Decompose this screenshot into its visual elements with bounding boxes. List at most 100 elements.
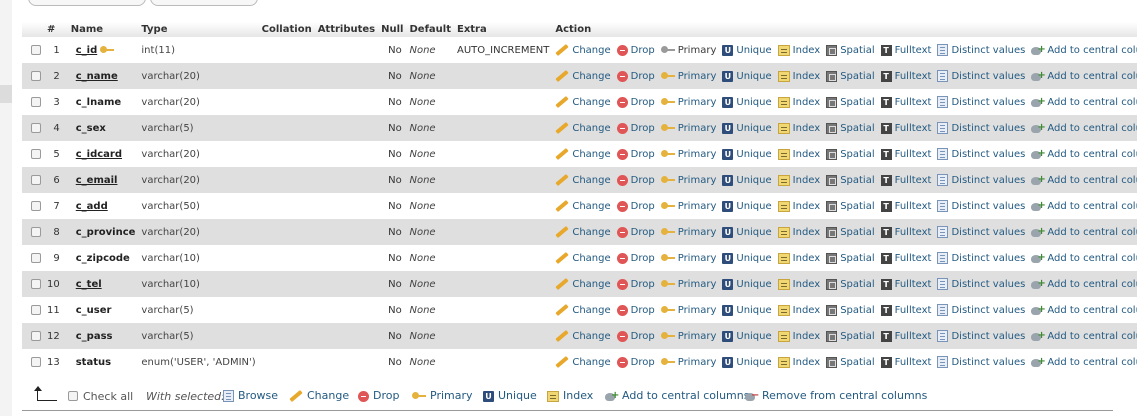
action-primary-button[interactable]: Primary bbox=[660, 175, 716, 186]
action-primary-button[interactable]: Primary bbox=[660, 305, 716, 316]
action-unique-button[interactable]: U Unique bbox=[722, 330, 772, 342]
action-index-button[interactable]: Index bbox=[777, 70, 820, 82]
action-drop-button[interactable]: Drop bbox=[616, 122, 655, 134]
action-fulltext-button[interactable]: T Fulltext bbox=[880, 174, 931, 186]
header-type[interactable]: Type bbox=[138, 22, 259, 37]
row-checkbox[interactable] bbox=[31, 44, 41, 55]
row-checkbox[interactable] bbox=[31, 330, 41, 341]
action-central-button[interactable]: Add to central columns bbox=[1031, 331, 1137, 342]
action-change-button[interactable]: Change bbox=[555, 355, 611, 369]
action-fulltext-button[interactable]: T Fulltext bbox=[880, 278, 931, 290]
action-distinct-button[interactable]: Distinct values bbox=[937, 96, 1025, 108]
action-drop-button[interactable]: Drop bbox=[616, 70, 655, 82]
action-fulltext-button[interactable]: T Fulltext bbox=[880, 356, 931, 368]
header-name[interactable]: Name bbox=[67, 22, 139, 37]
action-central-button[interactable]: Add to central columns bbox=[1031, 175, 1137, 186]
action-change-button[interactable]: Change bbox=[555, 199, 611, 213]
action-distinct-button[interactable]: Distinct values bbox=[937, 44, 1025, 56]
action-drop-button[interactable]: Drop bbox=[616, 200, 655, 212]
action-primary-button[interactable]: Primary bbox=[660, 149, 716, 160]
action-primary-button[interactable]: Primary bbox=[660, 45, 716, 56]
header-default[interactable]: Default bbox=[406, 22, 454, 37]
action-fulltext-button[interactable]: T Fulltext bbox=[880, 200, 931, 212]
action-index-button[interactable]: Index bbox=[777, 122, 820, 134]
action-unique-button[interactable]: U Unique bbox=[722, 200, 772, 212]
action-drop-button[interactable]: Drop bbox=[616, 356, 655, 368]
action-unique-button[interactable]: U Unique bbox=[722, 174, 772, 186]
action-distinct-button[interactable]: Distinct values bbox=[937, 252, 1025, 264]
action-unique-button[interactable]: U Unique bbox=[722, 278, 772, 290]
action-distinct-button[interactable]: Distinct values bbox=[937, 148, 1025, 160]
row-checkbox[interactable] bbox=[31, 96, 41, 107]
action-fulltext-button[interactable]: T Fulltext bbox=[880, 252, 931, 264]
action-central-button[interactable]: Add to central columns bbox=[1031, 123, 1137, 134]
action-drop-button[interactable]: Drop bbox=[616, 278, 655, 290]
action-change-button[interactable]: Change bbox=[555, 251, 611, 265]
action-change-button[interactable]: Change bbox=[555, 95, 611, 109]
action-unique-button[interactable]: U Unique bbox=[722, 70, 772, 82]
action-distinct-button[interactable]: Distinct values bbox=[937, 200, 1025, 212]
action-index-button[interactable]: Index bbox=[777, 356, 820, 368]
action-fulltext-button[interactable]: T Fulltext bbox=[880, 122, 931, 134]
action-central-button[interactable]: Add to central columns bbox=[1031, 279, 1137, 290]
action-index-button[interactable]: Index bbox=[777, 304, 820, 316]
top-search-field[interactable] bbox=[28, 0, 146, 6]
bulk-remove-central-button[interactable]: Remove from central columns bbox=[745, 389, 927, 402]
action-spatial-button[interactable]: Spatial bbox=[826, 122, 875, 134]
action-drop-button[interactable]: Drop bbox=[616, 148, 655, 160]
bulk-add-central-button[interactable]: Add to central columns bbox=[605, 389, 749, 402]
bulk-index-button[interactable]: Index bbox=[547, 389, 593, 402]
action-distinct-button[interactable]: Distinct values bbox=[937, 122, 1025, 134]
action-unique-button[interactable]: U Unique bbox=[722, 96, 772, 108]
action-central-button[interactable]: Add to central columns bbox=[1031, 253, 1137, 264]
action-central-button[interactable]: Add to central columns bbox=[1031, 227, 1137, 238]
action-central-button[interactable]: Add to central columns bbox=[1031, 149, 1137, 160]
header-num[interactable]: # bbox=[44, 22, 68, 37]
action-primary-button[interactable]: Primary bbox=[660, 97, 716, 108]
action-drop-button[interactable]: Drop bbox=[616, 96, 655, 108]
row-checkbox[interactable] bbox=[31, 148, 41, 159]
action-unique-button[interactable]: U Unique bbox=[722, 304, 772, 316]
action-primary-button[interactable]: Primary bbox=[660, 227, 716, 238]
action-index-button[interactable]: Index bbox=[777, 174, 820, 186]
header-collation[interactable]: Collation bbox=[258, 22, 315, 37]
action-primary-button[interactable]: Primary bbox=[660, 279, 716, 290]
action-primary-button[interactable]: Primary bbox=[660, 123, 716, 134]
action-spatial-button[interactable]: Spatial bbox=[826, 70, 875, 82]
action-unique-button[interactable]: U Unique bbox=[722, 148, 772, 160]
action-distinct-button[interactable]: Distinct values bbox=[937, 304, 1025, 316]
action-unique-button[interactable]: U Unique bbox=[722, 122, 772, 134]
action-drop-button[interactable]: Drop bbox=[616, 330, 655, 342]
action-change-button[interactable]: Change bbox=[555, 43, 611, 57]
action-drop-button[interactable]: Drop bbox=[616, 174, 655, 186]
action-drop-button[interactable]: Drop bbox=[616, 226, 655, 238]
action-spatial-button[interactable]: Spatial bbox=[826, 96, 875, 108]
row-checkbox[interactable] bbox=[31, 70, 41, 81]
action-fulltext-button[interactable]: T Fulltext bbox=[880, 44, 931, 56]
action-fulltext-button[interactable]: T Fulltext bbox=[880, 70, 931, 82]
action-spatial-button[interactable]: Spatial bbox=[826, 44, 875, 56]
header-attributes[interactable]: Attributes bbox=[314, 22, 379, 37]
action-change-button[interactable]: Change bbox=[555, 173, 611, 187]
row-checkbox[interactable] bbox=[31, 252, 41, 263]
bulk-drop-button[interactable]: Drop bbox=[358, 389, 399, 402]
action-index-button[interactable]: Index bbox=[777, 148, 820, 160]
action-unique-button[interactable]: U Unique bbox=[722, 356, 772, 368]
action-spatial-button[interactable]: Spatial bbox=[826, 356, 875, 368]
action-drop-button[interactable]: Drop bbox=[616, 252, 655, 264]
action-change-button[interactable]: Change bbox=[555, 329, 611, 343]
row-checkbox[interactable] bbox=[31, 122, 41, 133]
bulk-primary-button[interactable]: Primary bbox=[412, 389, 473, 402]
action-primary-button[interactable]: Primary bbox=[660, 253, 716, 264]
action-distinct-button[interactable]: Distinct values bbox=[937, 70, 1025, 82]
action-drop-button[interactable]: Drop bbox=[616, 304, 655, 316]
action-index-button[interactable]: Index bbox=[777, 330, 820, 342]
row-checkbox[interactable] bbox=[31, 174, 41, 185]
action-distinct-button[interactable]: Distinct values bbox=[937, 174, 1025, 186]
action-spatial-button[interactable]: Spatial bbox=[826, 226, 875, 238]
row-checkbox[interactable] bbox=[31, 226, 41, 237]
action-spatial-button[interactable]: Spatial bbox=[826, 200, 875, 212]
top-secondary-control[interactable] bbox=[150, 0, 258, 6]
action-change-button[interactable]: Change bbox=[555, 303, 611, 317]
action-fulltext-button[interactable]: T Fulltext bbox=[880, 226, 931, 238]
